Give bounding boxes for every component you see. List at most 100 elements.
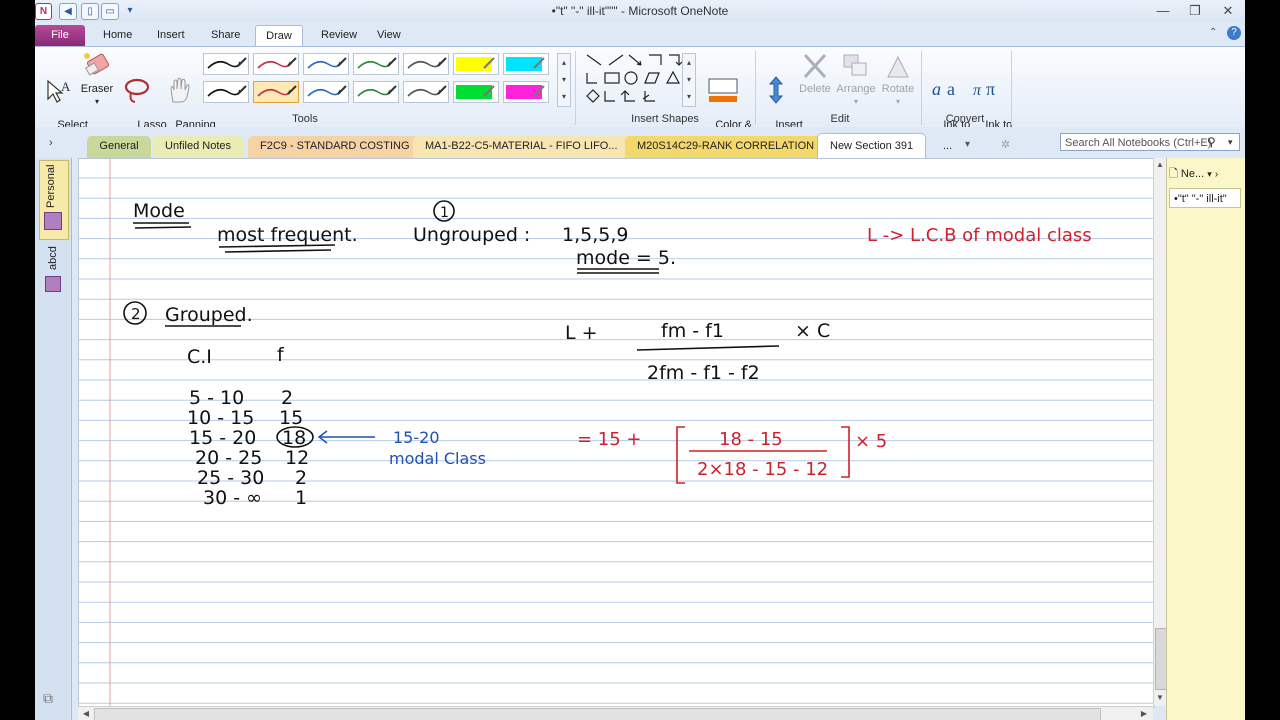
tab-view[interactable]: View bbox=[367, 25, 411, 46]
scroll-left-icon[interactable]: ◀ bbox=[80, 708, 92, 720]
unfiled-notes-icon[interactable]: ⧉ bbox=[43, 690, 53, 707]
section-tab-f2c9[interactable]: F2C9 - STANDARD COSTING bbox=[248, 136, 422, 158]
section-tab-row: › General Unfiled Notes F2C9 - STANDARD … bbox=[35, 127, 1245, 159]
section-tab-general[interactable]: General bbox=[87, 136, 151, 158]
highlighter-icon bbox=[506, 85, 545, 99]
section-tab-new-391[interactable]: New Section 391 bbox=[817, 133, 927, 159]
collapse-ribbon-icon[interactable]: ⌃ bbox=[1209, 27, 1217, 38]
shapes-gallery-scroll[interactable]: ▴ ▾ ▾ bbox=[682, 53, 696, 107]
page-panel-collapse-icon[interactable]: › bbox=[1215, 169, 1218, 180]
section-tab-ma1[interactable]: MA1-B22-C5-MATERIAL - FIFO LIFO... bbox=[413, 136, 630, 158]
ink-l-definition: L -> L.C.B of modal class bbox=[867, 225, 1092, 246]
pen-gallery-scroll[interactable]: ▴ ▾ ▾ bbox=[557, 53, 571, 107]
ink-row-ci: 20 - 25 bbox=[195, 447, 262, 469]
pen-icon bbox=[407, 85, 447, 97]
ink-row-f: 12 bbox=[285, 447, 309, 469]
tab-file[interactable]: File bbox=[35, 25, 85, 46]
delete-button[interactable]: Delete bbox=[797, 51, 833, 95]
arrange-button[interactable]: Arrange ▾ bbox=[835, 51, 877, 108]
section-list-dropdown-icon[interactable]: ▾ bbox=[965, 139, 970, 150]
pen-swatch[interactable] bbox=[353, 53, 399, 75]
restore-button[interactable]: ❐ bbox=[1183, 2, 1207, 20]
pen-icon bbox=[257, 57, 297, 69]
select-cursor-icon: A bbox=[47, 79, 71, 103]
ribbon-draw: A Select & Type Eraser▾ Lasso Select Pan… bbox=[35, 46, 1245, 143]
pen-swatch[interactable] bbox=[353, 81, 399, 103]
new-page-dropdown-icon[interactable]: ▾ bbox=[1207, 169, 1212, 179]
new-page-button[interactable]: 🗋 Ne... ▾ › bbox=[1169, 164, 1241, 184]
ink-most-frequent-underline bbox=[224, 249, 332, 253]
ink-mode-underline bbox=[134, 226, 192, 229]
hand-icon bbox=[170, 77, 190, 103]
shapes-gallery[interactable] bbox=[583, 51, 695, 109]
pen-swatch[interactable] bbox=[503, 53, 549, 75]
pen-swatch[interactable] bbox=[203, 53, 249, 75]
window-title: •"t" "-" ill-it""" - Microsoft OneNote bbox=[551, 4, 729, 18]
scroll-right-icon[interactable]: ▶ bbox=[1138, 708, 1150, 720]
ribbon-separator bbox=[921, 51, 922, 125]
eraser-button[interactable]: Eraser ▾ bbox=[79, 51, 115, 108]
ink-row-f: 15 bbox=[279, 407, 303, 429]
ink-sub-denominator: 2×18 - 15 - 12 bbox=[697, 459, 828, 480]
ink-left-bracket bbox=[676, 426, 685, 484]
ink-mode-equals: mode = 5. bbox=[576, 247, 676, 269]
svg-text:a: a bbox=[932, 79, 941, 99]
section-tab-more[interactable]: ... bbox=[931, 136, 965, 158]
pen-swatch[interactable] bbox=[453, 53, 499, 75]
pen-swatch[interactable] bbox=[453, 81, 499, 103]
close-button[interactable]: ✕ bbox=[1216, 2, 1240, 20]
ink-right-bracket bbox=[841, 426, 850, 478]
insert-space-icon bbox=[768, 76, 784, 104]
pen-swatch[interactable] bbox=[303, 81, 349, 103]
new-section-icon[interactable]: ✲ bbox=[1001, 138, 1010, 151]
pen-swatch[interactable] bbox=[253, 81, 299, 103]
pen-swatch[interactable] bbox=[403, 53, 449, 75]
tab-share[interactable]: Share bbox=[201, 25, 250, 46]
help-icon[interactable]: ? bbox=[1227, 26, 1241, 40]
page-horizontal-scrollbar[interactable]: ◀ ▶ bbox=[78, 706, 1153, 720]
notebook-personal-icon bbox=[44, 212, 62, 230]
ink-note-modal-class: modal Class bbox=[389, 449, 486, 468]
pen-swatch[interactable] bbox=[253, 53, 299, 75]
scroll-up-icon[interactable]: ▲ bbox=[1154, 159, 1166, 171]
rotate-button[interactable]: Rotate ▾ bbox=[879, 51, 917, 108]
pen-swatch[interactable] bbox=[403, 81, 449, 103]
page-tab-current[interactable]: •"t" "-" ill-it" bbox=[1169, 188, 1241, 208]
ink-fraction-bar bbox=[636, 345, 780, 351]
pen-icon bbox=[357, 85, 397, 97]
page-tabs-panel: 🗋 Ne... ▾ › •"t" "-" ill-it" bbox=[1166, 158, 1245, 720]
pen-swatch[interactable] bbox=[503, 81, 549, 103]
page-vertical-scrollbar[interactable]: ▲ ▼ bbox=[1153, 158, 1167, 706]
svg-text:π: π bbox=[986, 79, 995, 99]
expand-navigation-icon[interactable]: › bbox=[49, 137, 53, 149]
search-scope-dropdown-icon[interactable]: ▾ bbox=[1228, 137, 1233, 148]
pen-swatch[interactable] bbox=[303, 53, 349, 75]
ribbon-tab-row: File Home Insert Share Draw Review View … bbox=[35, 22, 1245, 47]
ribbon-separator bbox=[1011, 51, 1012, 125]
tab-home[interactable]: Home bbox=[93, 25, 142, 46]
pen-swatch[interactable] bbox=[203, 81, 249, 103]
section-tab-m20[interactable]: M20S14C29-RANK CORRELATION bbox=[625, 136, 827, 158]
highlighter-icon bbox=[456, 85, 495, 99]
eraser-dropdown-icon[interactable]: ▾ bbox=[95, 97, 99, 106]
minimize-button[interactable]: — bbox=[1151, 2, 1175, 20]
notebook-abcd-icon bbox=[45, 276, 61, 292]
ink-sub-numerator: 18 - 15 bbox=[719, 429, 783, 450]
ink-most-frequent: most frequent. bbox=[217, 224, 358, 246]
ink-col-ci: C.I bbox=[187, 346, 212, 368]
scroll-down-icon[interactable]: ▼ bbox=[1154, 692, 1166, 704]
ink-to-text-icon: aa bbox=[932, 79, 955, 99]
search-magnifier-icon[interactable]: ⚲ bbox=[1207, 135, 1216, 149]
tab-insert[interactable]: Insert bbox=[147, 25, 195, 46]
note-page[interactable]: Mode most frequent. Ungrouped : 1,5,5,9 … bbox=[78, 158, 1155, 708]
tab-draw[interactable]: Draw bbox=[255, 25, 303, 47]
notebook-abcd-label[interactable]: abcd bbox=[47, 246, 59, 270]
ink-canvas[interactable]: Mode most frequent. Ungrouped : 1,5,5,9 … bbox=[79, 159, 1154, 707]
ink-row-ci: 5 - 10 bbox=[189, 387, 244, 409]
tab-review[interactable]: Review bbox=[311, 25, 367, 46]
pen-icon bbox=[357, 57, 397, 69]
convert-group-label: Convert bbox=[945, 113, 985, 125]
pen-icon bbox=[207, 57, 247, 69]
section-tab-unfiled-notes[interactable]: Unfiled Notes bbox=[153, 136, 244, 158]
hscroll-thumb[interactable] bbox=[94, 708, 1101, 720]
